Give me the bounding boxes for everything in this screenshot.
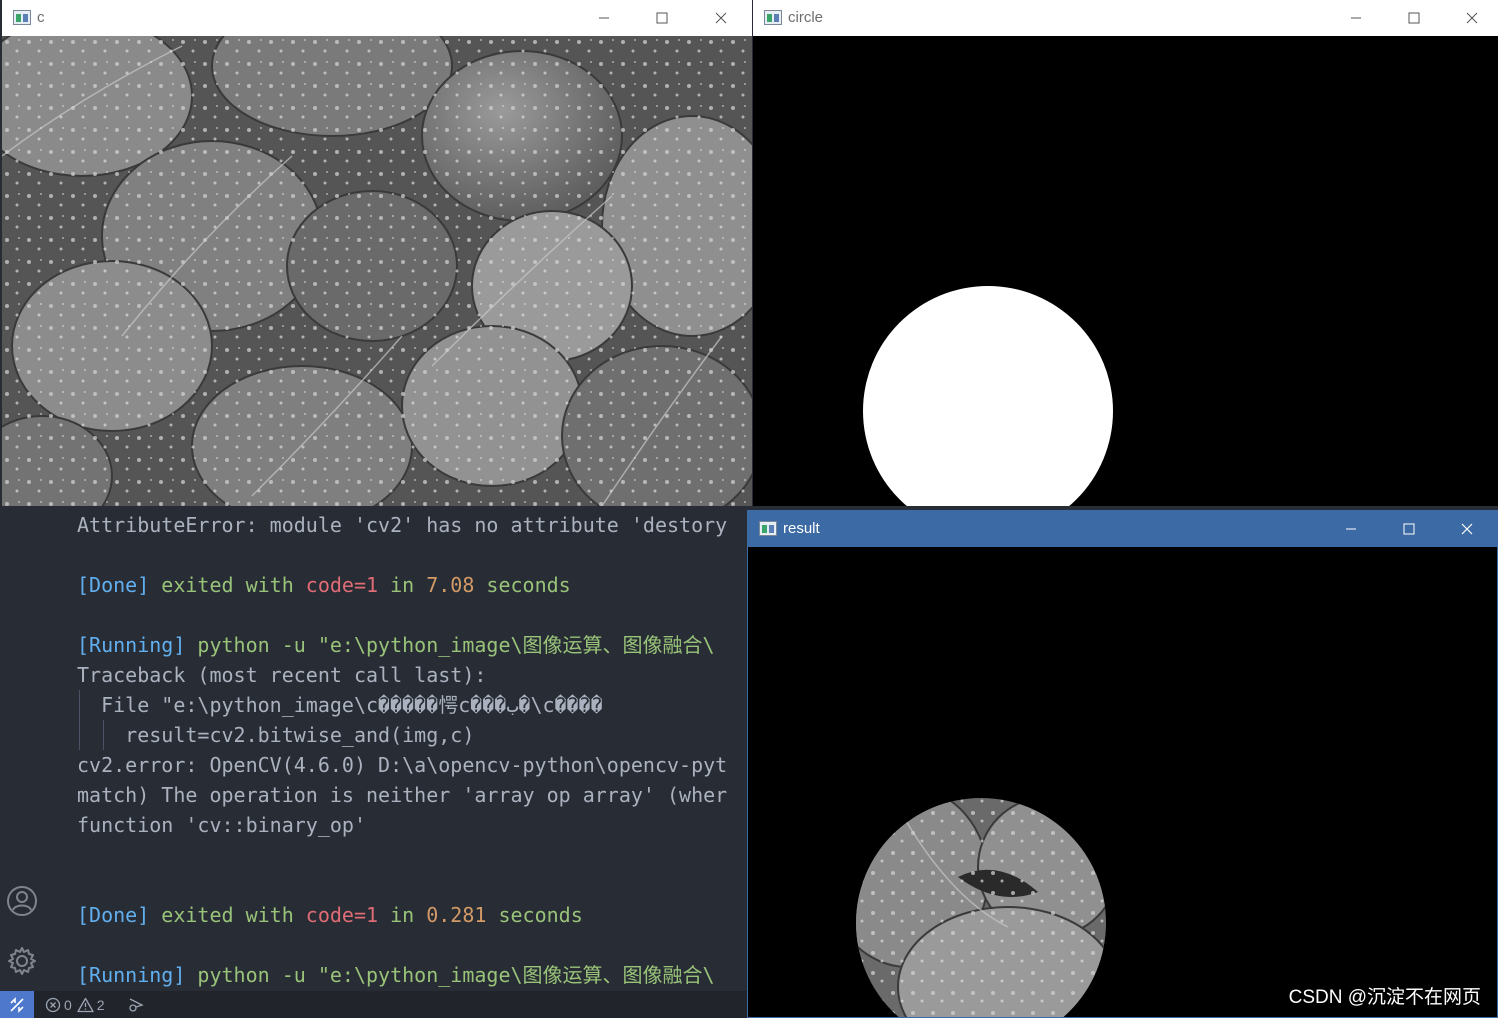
minimize-button[interactable] [1327, 0, 1385, 36]
output-line: [Running] python -u "e:\python_image\图像运… [77, 630, 715, 660]
output-line: [Running] python -u "e:\python_image\图像运… [77, 960, 715, 990]
leaves-image [2, 36, 752, 506]
output-line: [Done] exited with code=1 in 0.281 secon… [77, 900, 583, 930]
output-text-segment: seconds [474, 573, 571, 597]
minimize-icon [1346, 528, 1356, 530]
remote-icon[interactable] [0, 991, 34, 1018]
output-text-segment: Traceback (most recent call last): [77, 663, 487, 687]
image-window-circle[interactable]: circle [753, 0, 1498, 506]
maximize-button[interactable] [1385, 0, 1443, 36]
output-line: File "e:\python_image\c�����愕c���ب�\c���… [77, 690, 603, 720]
warning-count: 2 [96, 996, 105, 1013]
image-canvas [753, 36, 1498, 506]
window-title: circle [788, 9, 824, 26]
output-text-segment: AttributeError: module 'cv2' has no attr… [77, 513, 728, 537]
output-text-segment: code=1 [305, 573, 379, 597]
output-line: AttributeError: module 'cv2' has no attr… [77, 510, 727, 540]
warning-icon [77, 997, 94, 1012]
output-text-segment: 0.281 [426, 903, 487, 927]
minimize-icon [599, 17, 609, 19]
output-line: result=cv2.bitwise_and(img,c) [77, 720, 474, 750]
output-text-segment: match) The operation is neither 'array o… [77, 783, 728, 807]
output-text-segment: python -u "e:\python_image\图像运算、图像融合\ [185, 963, 715, 987]
minimize-button[interactable] [575, 0, 633, 36]
image-canvas [2, 36, 752, 506]
error-count: 0 [64, 996, 72, 1013]
gear-icon[interactable] [6, 945, 38, 977]
output-text-segment: [Done] [77, 573, 150, 597]
image-canvas [748, 547, 1497, 1017]
problems-indicator[interactable]: 0 2 [45, 991, 105, 1018]
image-window-c[interactable]: c [2, 0, 752, 506]
masked-result-image [856, 798, 1106, 1017]
output-line: [Done] exited with code=1 in 7.08 second… [77, 570, 571, 600]
app-icon [759, 521, 777, 536]
output-text-segment: [Running] [77, 633, 186, 657]
close-button[interactable] [1438, 511, 1496, 547]
minimize-button[interactable] [1322, 511, 1380, 547]
account-icon[interactable] [6, 885, 38, 917]
close-button[interactable] [692, 0, 750, 36]
status-bar: 0 2 [0, 991, 760, 1018]
output-text-segment: File "e:\python_image\c�����愕c���ب�\c���… [77, 693, 603, 717]
output-text-segment: in [378, 903, 427, 927]
watermark: CSDN @沉淀不在网页 [1288, 987, 1481, 1008]
output-line: match) The operation is neither 'array o… [77, 780, 727, 810]
output-text-segment: [Running] [77, 963, 186, 987]
window-titlebar[interactable]: result [748, 511, 1497, 547]
window-titlebar[interactable]: c [2, 0, 752, 36]
output-text-segment: [Done] [77, 903, 150, 927]
window-titlebar[interactable]: circle [753, 0, 1498, 36]
output-line: function 'cv::binary_op' [77, 810, 366, 840]
app-icon [13, 10, 31, 25]
output-text-segment: code=1 [305, 903, 379, 927]
close-icon [1466, 12, 1478, 24]
window-title: c [37, 9, 45, 26]
maximize-button[interactable] [633, 0, 691, 36]
window-title: result [783, 520, 820, 537]
maximize-icon [1403, 523, 1415, 535]
maximize-icon [1408, 12, 1420, 24]
circle-mask-image [863, 286, 1113, 506]
app-icon [764, 10, 782, 25]
close-icon [1461, 523, 1473, 535]
image-window-result[interactable]: result CSDN @沉淀不在网页 [747, 510, 1498, 1018]
output-text-segment: result=cv2.bitwise_and(img,c) [77, 723, 475, 747]
broadcast-icon[interactable] [127, 996, 145, 1017]
output-text-segment: in [378, 573, 427, 597]
output-text-segment: cv2.error: OpenCV(4.6.0) D:\a\opencv-pyt… [77, 753, 728, 777]
output-line: cv2.error: OpenCV(4.6.0) D:\a\opencv-pyt… [77, 750, 727, 780]
minimize-icon [1351, 17, 1361, 19]
output-text-segment: exited with [149, 903, 306, 927]
close-button[interactable] [1443, 0, 1498, 36]
output-text-segment: 7.08 [426, 573, 475, 597]
output-panel[interactable]: AttributeError: module 'cv2' has no attr… [0, 505, 760, 991]
output-text-segment: exited with [149, 573, 306, 597]
maximize-icon [656, 12, 668, 24]
error-icon [45, 997, 61, 1012]
close-icon [715, 12, 727, 24]
maximize-button[interactable] [1380, 511, 1438, 547]
output-text-segment: seconds [486, 903, 583, 927]
output-text-segment: function 'cv::binary_op' [77, 813, 366, 837]
output-line: Traceback (most recent call last): [77, 660, 486, 690]
output-text-segment: python -u "e:\python_image\图像运算、图像融合\ [185, 633, 715, 657]
